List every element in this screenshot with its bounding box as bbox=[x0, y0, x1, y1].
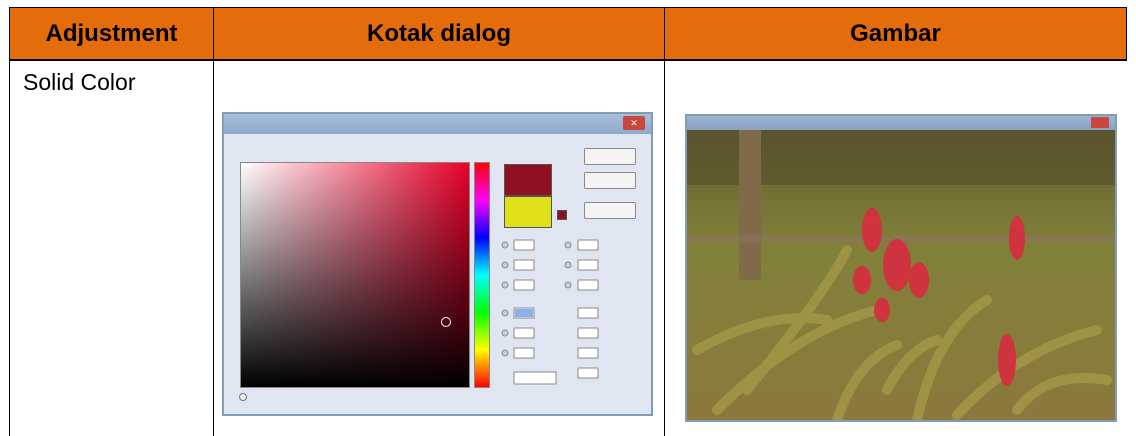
web-safe-swatch bbox=[557, 210, 567, 220]
flower-photo bbox=[687, 130, 1115, 420]
saturation-brightness-field bbox=[240, 162, 470, 388]
close-icon: ✕ bbox=[623, 116, 645, 130]
row-divider bbox=[9, 60, 1127, 61]
header-kotak-dialog: Kotak dialog bbox=[213, 7, 665, 60]
color-picker-screenshot: ✕ bbox=[222, 112, 653, 416]
close-icon bbox=[1091, 117, 1109, 128]
header-adjustment: Adjustment bbox=[9, 7, 214, 60]
dialog-button bbox=[584, 172, 636, 189]
hue-slider bbox=[474, 162, 490, 388]
color-marker-icon bbox=[441, 317, 451, 327]
adjustment-cell: Solid Color bbox=[23, 69, 136, 95]
header-gambar-label: Gambar bbox=[850, 19, 941, 47]
column-divider bbox=[213, 60, 214, 436]
dialog-button bbox=[584, 148, 636, 165]
column-divider bbox=[9, 60, 10, 436]
header-gambar: Gambar bbox=[664, 7, 1127, 60]
current-color-swatch bbox=[504, 196, 552, 228]
header-adjustment-label: Adjustment bbox=[45, 19, 178, 47]
dialog-title-bar bbox=[224, 114, 651, 134]
photo-title-bar bbox=[687, 116, 1115, 130]
photo-screenshot bbox=[685, 114, 1117, 422]
new-color-swatch bbox=[504, 164, 552, 196]
dialog-button bbox=[584, 202, 636, 219]
radio-icon bbox=[239, 393, 247, 401]
header-kotak-dialog-label: Kotak dialog bbox=[366, 19, 511, 47]
column-divider bbox=[664, 60, 665, 436]
color-value-fields bbox=[501, 239, 599, 385]
